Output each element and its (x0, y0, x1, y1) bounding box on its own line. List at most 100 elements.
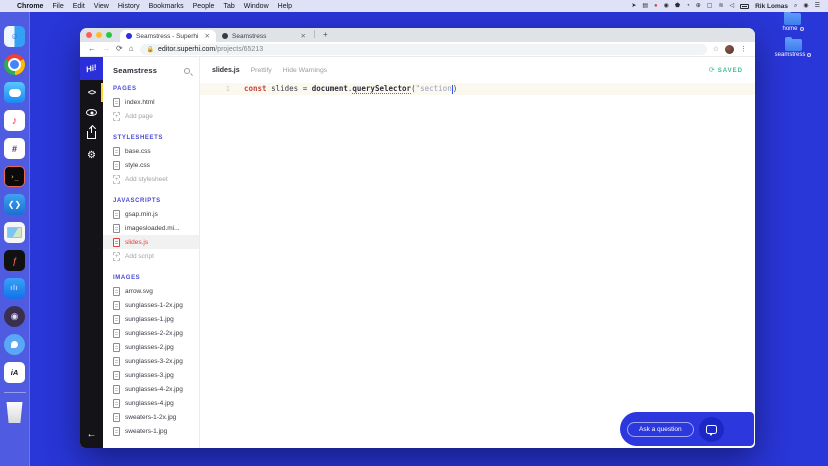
record-icon[interactable]: ● (654, 3, 658, 9)
dock-item-finder[interactable]: ☺ (4, 26, 25, 47)
new-tab-button[interactable]: + (323, 30, 328, 39)
shield-icon[interactable]: ⬟ (675, 3, 680, 9)
desktop-folder-home[interactable]: home (782, 13, 803, 32)
browser-tab-active[interactable]: Seamstress - Superhi ✕ (120, 30, 216, 42)
volume-icon[interactable]: ◁ (729, 3, 734, 9)
menu-item-help[interactable]: Help (278, 3, 292, 10)
sidebar-file-style-css[interactable]: style.css (103, 158, 199, 172)
menu-item-view[interactable]: View (94, 3, 109, 10)
file-icon (113, 224, 120, 233)
rail-publish-button[interactable] (80, 128, 103, 139)
clock-icon[interactable]: ◔ (686, 3, 690, 9)
sidebar-file-sunglasses-4-jpg[interactable]: sunglasses-4.jpg (103, 396, 199, 410)
reload-button[interactable]: ⟳ (116, 45, 123, 53)
dock-item-screenflow[interactable]: ◉ (4, 306, 25, 327)
menu-item-file[interactable]: File (52, 3, 63, 10)
menu-item-people[interactable]: People (193, 3, 215, 10)
dock-item-vscode[interactable]: ❮❯ (4, 194, 25, 215)
sidebar-file-sunglasses-4-2x-jpg[interactable]: sunglasses-4-2x.jpg (103, 382, 199, 396)
browser-profile-avatar[interactable] (725, 45, 734, 54)
dock-item-music[interactable]: ♪ (4, 110, 25, 131)
dock-item-terminal[interactable]: ›_ (4, 166, 25, 187)
chat-launcher-button[interactable] (699, 417, 724, 442)
sidebar-add-button-add-page[interactable]: Add page (103, 109, 199, 123)
browser-tab-inactive[interactable]: Seamstress ✕ (216, 30, 312, 42)
file-name: gsap.min.js (125, 211, 158, 218)
hide-warnings-button[interactable]: Hide Warnings (283, 67, 327, 74)
file-icon (113, 357, 120, 366)
menu-item-history[interactable]: History (118, 3, 140, 10)
dock-item-twitterrific[interactable] (4, 334, 25, 355)
video-icon[interactable]: ▤ (642, 3, 648, 9)
open-file-tab[interactable]: slides.js (212, 67, 240, 74)
accessibility-icon[interactable]: ◉ (664, 3, 669, 9)
siri-icon[interactable]: ◉ (803, 3, 808, 9)
menu-bar-username[interactable]: Rik Lomas (755, 3, 788, 10)
plus-icon[interactable]: ⊕ (696, 3, 701, 9)
menu-item-bookmarks[interactable]: Bookmarks (149, 3, 184, 10)
superhi-logo[interactable]: Hi! (80, 57, 103, 80)
ask-question-button[interactable]: Ask a question (627, 422, 694, 437)
browser-menu-icon[interactable]: ⋮ (740, 45, 747, 53)
menu-item-chrome[interactable]: Chrome (17, 3, 43, 10)
sidebar-file-sunglasses-3-2x-jpg[interactable]: sunglasses-3-2x.jpg (103, 354, 199, 368)
bookmark-star-icon[interactable]: ☆ (713, 45, 719, 53)
sidebar-file-sunglasses-2-2x-jpg[interactable]: sunglasses-2-2x.jpg (103, 326, 199, 340)
dock-item-ia-writer[interactable]: iA (4, 362, 25, 383)
sidebar-file-sunglasses-1-jpg[interactable]: sunglasses-1.jpg (103, 312, 199, 326)
prettify-button[interactable]: Prettify (251, 67, 272, 74)
menu-item-tab[interactable]: Tab (223, 3, 234, 10)
back-to-dashboard-button[interactable]: ← (80, 429, 103, 440)
desktop-folder-seamstress[interactable]: seamstress (775, 39, 812, 58)
rail-settings-button[interactable]: ⚙ (80, 151, 103, 161)
notification-center-icon[interactable]: ☰ (815, 3, 820, 9)
battery-icon[interactable] (740, 4, 749, 9)
file-name: style.css (125, 162, 150, 169)
search-icon[interactable] (184, 68, 190, 74)
close-tab-icon[interactable]: ✕ (301, 32, 306, 40)
menu-item-edit[interactable]: Edit (73, 3, 85, 10)
dock-separator (4, 392, 26, 393)
sidebar-file-sweaters-1-2x-jpg[interactable]: sweaters-1-2x.jpg (103, 410, 199, 424)
active-code-line[interactable]: 1 const slides = document.querySelector(… (200, 83, 755, 95)
sidebar-add-button-add-script[interactable]: Add script (103, 249, 199, 263)
sidebar-file-arrow-svg[interactable]: arrow.svg (103, 284, 199, 298)
sidebar-file-sunglasses-2-jpg[interactable]: sunglasses-2.jpg (103, 340, 199, 354)
display-icon[interactable]: ▢ (707, 3, 713, 9)
add-file-icon (113, 112, 120, 121)
code-token: = (303, 84, 312, 93)
dock-item-intercom[interactable]: ılı (4, 278, 25, 299)
dock-item-messages[interactable] (4, 82, 25, 103)
close-window-button[interactable] (86, 32, 92, 38)
tab-title: Seamstress - Superhi (136, 33, 201, 40)
rail-preview-button[interactable] (80, 109, 103, 116)
back-button[interactable]: ← (88, 45, 96, 53)
rail-code-button[interactable]: <> (80, 88, 103, 97)
location-icon[interactable]: ➤ (631, 3, 636, 9)
sidebar-file-imagesloaded-mi-[interactable]: imagesloaded.mi... (103, 221, 199, 235)
code-editor[interactable]: 1 const slides = document.querySelector(… (200, 83, 755, 448)
dock-item-chrome[interactable] (4, 54, 25, 75)
dock-item-trash[interactable] (4, 402, 25, 423)
sidebar-file-slides-js[interactable]: slides.js (103, 235, 199, 249)
dock-item-preview[interactable] (4, 222, 25, 243)
sidebar-add-button-add-stylesheet[interactable]: Add stylesheet (103, 172, 199, 186)
sidebar-file-sunglasses-3-jpg[interactable]: sunglasses-3.jpg (103, 368, 199, 382)
sidebar-file-gsap-min-js[interactable]: gsap.min.js (103, 207, 199, 221)
sidebar-file-index-html[interactable]: index.html (103, 95, 199, 109)
zoom-window-button[interactable] (106, 32, 112, 38)
dock-item-figma[interactable]: ƒ (4, 250, 25, 271)
sidebar-file-sunglasses-1-2x-jpg[interactable]: sunglasses-1-2x.jpg (103, 298, 199, 312)
menu-item-window[interactable]: Window (244, 3, 269, 10)
sidebar-file-base-css[interactable]: base.css (103, 144, 199, 158)
close-tab-icon[interactable]: ✕ (205, 32, 210, 40)
dock-item-slack[interactable]: # (4, 138, 25, 159)
wifi-icon[interactable]: ≋ (718, 3, 723, 9)
address-bar[interactable]: 🔒 editor.superhi.com/projects/65213 (140, 44, 707, 55)
spotlight-search-icon[interactable]: ⌕ (794, 3, 797, 9)
file-icon (113, 399, 120, 408)
sidebar-file-sweaters-1-jpg[interactable]: sweaters-1.jpg (103, 424, 199, 438)
forward-button[interactable]: → (102, 45, 110, 53)
home-button[interactable]: ⌂ (129, 45, 134, 53)
minimize-window-button[interactable] (96, 32, 102, 38)
